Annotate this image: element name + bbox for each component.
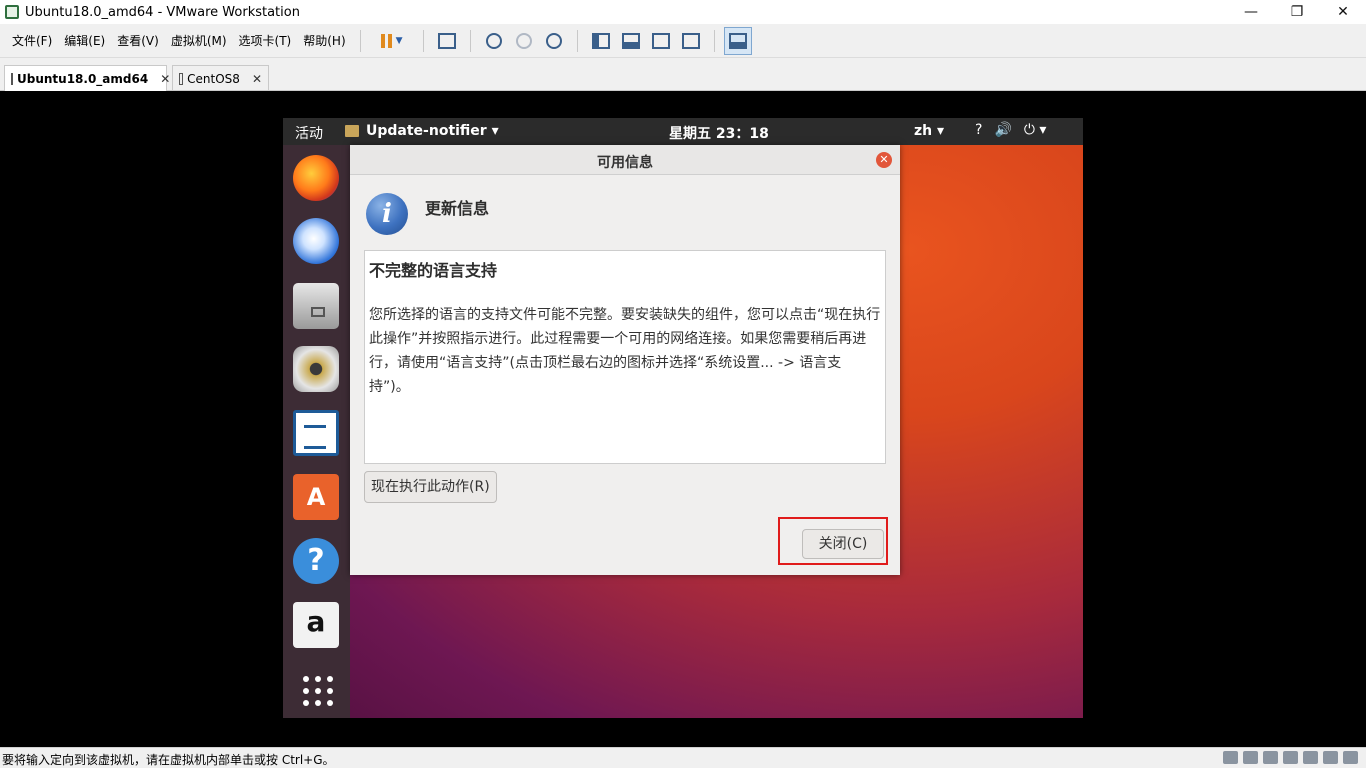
snapshot-manager-icon [545, 32, 562, 49]
display-icon[interactable] [1323, 751, 1338, 764]
message-body: 您所选择的语言的支持文件可能不完整。要安装缺失的组件，您可以点击“现在执行此操作… [369, 307, 881, 395]
ubuntu-dock: A ? a [283, 145, 350, 718]
vmware-app-icon [5, 5, 19, 19]
activities-button[interactable]: 活动 [295, 123, 323, 143]
do-it-now-button[interactable]: 现在执行此动作(R) [364, 471, 497, 503]
dialog-heading: 更新信息 [425, 199, 490, 218]
status-text: 要将输入定向到该虚拟机，请在虚拟机内部单击或按 Ctrl+G。 [2, 753, 335, 767]
window-title: Ubuntu18.0_amd64 - VMware Workstation [25, 4, 300, 20]
toolbar-separator [422, 29, 424, 52]
status-bar: 要将输入定向到该虚拟机，请在虚拟机内部单击或按 Ctrl+G。 [0, 747, 1366, 768]
fullscreen-button[interactable] [647, 27, 675, 55]
menu-toolbar: 文件(F) 编辑(E) 查看(V) 虚拟机(M) 选项卡(T) 帮助(H) ▼ [0, 24, 1366, 58]
toolbar-separator [576, 29, 578, 52]
firefox-icon[interactable] [293, 155, 339, 201]
network-adapter-icon[interactable] [1263, 751, 1278, 764]
cd-drive-icon[interactable] [1243, 751, 1258, 764]
fullscreen-icon [651, 32, 670, 49]
info-icon: i [366, 193, 408, 235]
show-thumbnail-button[interactable] [617, 27, 645, 55]
close-window-button[interactable]: ✕ [1320, 0, 1366, 24]
clock[interactable]: 星期五 23：18 [669, 123, 769, 143]
revert-snapshot-button[interactable] [510, 27, 538, 55]
tab-centos[interactable]: CentOS8 ✕ [172, 65, 269, 91]
ubuntu-desktop[interactable]: 活动 Update-notifier ▾ 星期五 23：18 zh ▾ ? 🔊 … [283, 118, 1083, 718]
menu-tabs[interactable]: 选项卡(T) [233, 24, 298, 58]
console-view-button[interactable] [723, 26, 752, 55]
amazon-icon[interactable]: a [293, 602, 339, 648]
close-icon[interactable]: ✕ [160, 72, 170, 86]
hard-disk-icon[interactable] [1223, 751, 1238, 764]
app-menu-label: Update-notifier ▾ [366, 123, 499, 139]
files-icon[interactable] [293, 283, 339, 329]
system-tray[interactable]: ? 🔊 ⏻ ▾ [975, 122, 1046, 138]
message-title: 不完整的语言支持 [369, 261, 498, 280]
minimize-button[interactable]: — [1228, 0, 1274, 24]
pause-icon [380, 33, 392, 48]
device-status-icons [1223, 751, 1358, 764]
ubuntu-software-icon[interactable]: A [293, 474, 339, 520]
help-icon[interactable]: ? [293, 538, 339, 584]
rhythmbox-icon[interactable] [293, 346, 339, 392]
app-menu[interactable]: Update-notifier ▾ [345, 123, 499, 139]
unity-button[interactable] [677, 27, 705, 55]
restore-button[interactable]: ❐ [1274, 0, 1320, 24]
vm-tab-bar: Ubuntu18.0_amd64 ✕ CentOS8 ✕ [0, 58, 1366, 92]
keyboard-icon [437, 32, 456, 49]
dialog-header: 可用信息 ✕ [350, 145, 900, 175]
toolbar-separator [359, 29, 361, 52]
sound-card-icon[interactable] [1303, 751, 1318, 764]
pause-vm-button[interactable]: ▼ [370, 27, 414, 55]
tab-ubuntu[interactable]: Ubuntu18.0_amd64 ✕ [4, 65, 170, 92]
close-button-highlight [778, 517, 888, 565]
ubuntu-topbar: 活动 Update-notifier ▾ 星期五 23：18 zh ▾ ? 🔊 … [283, 118, 1083, 145]
input-language[interactable]: zh ▾ [914, 123, 944, 139]
send-ctrl-alt-del-button[interactable] [433, 27, 461, 55]
menu-help[interactable]: 帮助(H) [297, 24, 351, 58]
toolbar-separator [713, 29, 715, 52]
vm-icon [179, 72, 184, 85]
toolbar-separator [469, 29, 471, 52]
menu-view[interactable]: 查看(V) [111, 24, 165, 58]
thumbnail-icon [621, 32, 640, 49]
tab-centos-label: CentOS8 [187, 71, 240, 86]
menu-edit[interactable]: 编辑(E) [58, 24, 111, 58]
message-icon[interactable] [1343, 751, 1358, 764]
snapshot-manager-button[interactable] [540, 27, 568, 55]
dialog-close-icon[interactable]: ✕ [876, 152, 892, 168]
vm-icon [11, 73, 13, 85]
window-controls: — ❐ ✕ [1228, 0, 1366, 24]
show-library-button[interactable] [587, 27, 615, 55]
revert-icon [515, 32, 532, 49]
menu-file[interactable]: 文件(F) [6, 24, 58, 58]
update-info-dialog: 可用信息 ✕ i 更新信息 不完整的语言支持 您所选择的语言的支持文件可能不完整… [350, 145, 900, 575]
network-icon: ? [975, 122, 983, 138]
menu-vm[interactable]: 虚拟机(M) [165, 24, 233, 58]
take-snapshot-button[interactable] [480, 27, 508, 55]
app-menu-icon [345, 125, 359, 137]
printer-icon[interactable] [1283, 751, 1298, 764]
snapshot-icon [485, 32, 502, 49]
power-icon: ⏻ ▾ [1023, 122, 1047, 138]
libreoffice-writer-icon[interactable] [293, 410, 339, 456]
thunderbird-icon[interactable] [293, 218, 339, 264]
tab-ubuntu-label: Ubuntu18.0_amd64 [17, 72, 149, 86]
volume-icon: 🔊 [994, 122, 1012, 138]
show-applications-icon[interactable] [293, 666, 339, 712]
window-titlebar: Ubuntu18.0_amd64 - VMware Workstation — … [0, 0, 1366, 24]
unity-icon [681, 32, 700, 49]
message-textarea[interactable]: 不完整的语言支持 您所选择的语言的支持文件可能不完整。要安装缺失的组件，您可以点… [364, 250, 886, 464]
dialog-title: 可用信息 [597, 155, 653, 171]
chevron-down-icon: ▼ [395, 35, 403, 46]
library-icon [591, 32, 610, 49]
console-view-icon [728, 32, 747, 49]
close-icon[interactable]: ✕ [252, 72, 262, 86]
